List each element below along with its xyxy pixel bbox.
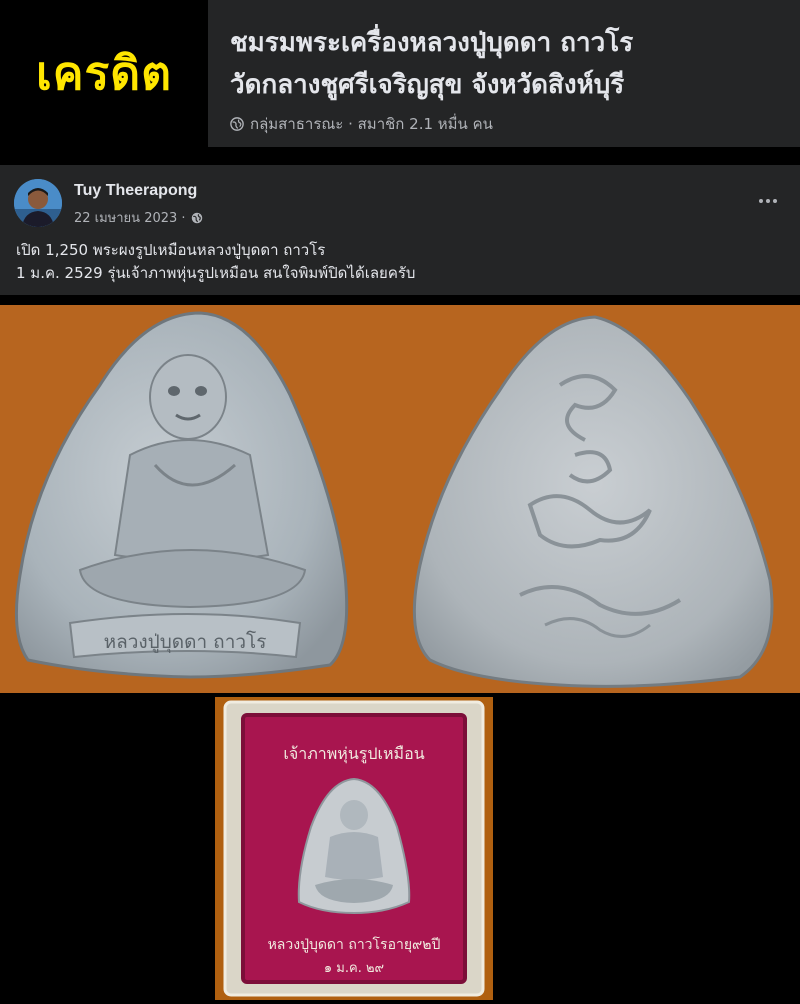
front-inscription: หลวงปู่บุดดา ถาวโร [104, 630, 267, 654]
credit-block: เครดิต [0, 0, 208, 147]
group-name[interactable]: ชมรมพระเครื่องหลวงปู่บุดดา ถาวโร วัดกลาง… [230, 22, 796, 106]
group-meta-text: กลุ่มสาธารณะ · สมาชิก 2.1 หมื่น คน [250, 115, 493, 133]
group-header[interactable]: ชมรมพระเครื่องหลวงปู่บุดดา ถาวโร วัดกลาง… [208, 0, 800, 147]
amulet-front: หลวงปู่บุดดา ถาวโร [14, 311, 349, 679]
post-date-text[interactable]: 22 เมษายน 2023 · [74, 207, 186, 228]
amulet-box-photo[interactable]: เจ้าภาพหุ่นรูปเหมือน หลวงปู่บุดดา ถาวโรอ… [215, 697, 493, 1000]
author-name[interactable]: Tuy Theerapong [74, 182, 197, 200]
post-text-line1: เปิด 1,250 พระผงรูปเหมือนหลวงปู่บุดดา ถา… [16, 241, 326, 259]
post-text-line2: 1 ม.ค. 2529 รุ่นเจ้าภาพหุ่นรูปเหมือน สนใ… [16, 264, 416, 282]
more-dot-icon [766, 199, 770, 203]
more-dot-icon [759, 199, 763, 203]
box-top-text: เจ้าภาพหุ่นรูปเหมือน [283, 744, 424, 764]
credit-label: เครดิต [36, 46, 172, 100]
amulet-front-back-photo[interactable]: หลวงปู่บุดดา ถาวโร [0, 305, 800, 693]
public-audience-icon [191, 212, 202, 223]
post-date: 22 เมษายน 2023 · [74, 207, 203, 228]
globe-icon [230, 117, 244, 131]
more-dot-icon [773, 199, 777, 203]
amulet-back [412, 315, 774, 688]
post-card: Tuy Theerapong 22 เมษายน 2023 · เปิด 1,2… [0, 165, 800, 295]
box-date-text: ๑ ม.ค. ๒๙ [324, 961, 384, 976]
group-meta: กลุ่มสาธารณะ · สมาชิก 2.1 หมื่น คน [230, 112, 493, 136]
group-name-line2: วัดกลางชูศรีเจริญสุข จังหวัดสิงห์บุรี [230, 70, 625, 100]
box-bottom-text: หลวงปู่บุดดา ถาวโรอายุ๙๒ปี [268, 936, 441, 953]
post-text: เปิด 1,250 พระผงรูปเหมือนหลวงปู่บุดดา ถา… [16, 239, 786, 285]
more-options-button[interactable] [752, 191, 784, 211]
avatar[interactable] [14, 179, 62, 227]
group-name-line1: ชมรมพระเครื่องหลวงปู่บุดดา ถาวโร [230, 28, 634, 58]
